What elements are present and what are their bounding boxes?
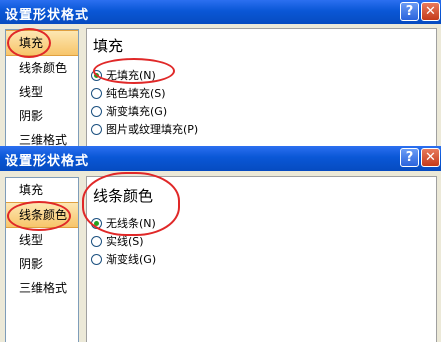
radio-selected-icon[interactable] [91,69,102,81]
category-list: 填充 线条颜色 线型 阴影 三维格式 [5,29,79,150]
nav-item-line-style[interactable]: 线型 [6,228,78,252]
option-label: 无线条(N) [106,217,156,230]
option-gradient-fill[interactable]: 渐变填充(G) [91,103,167,121]
option-no-line[interactable]: 无线条(N) [91,215,156,233]
help-button[interactable]: ? [400,2,419,21]
nav-item-fill[interactable]: 填充 [6,30,78,56]
close-button[interactable]: ✕ [421,2,440,21]
radio-icon[interactable] [91,253,102,265]
option-solid-fill[interactable]: 纯色填充(S) [91,85,166,103]
option-picture-fill[interactable]: 图片或纹理填充(P) [91,121,198,139]
option-no-fill[interactable]: 无填充(N) [91,67,156,85]
nav-item-fill[interactable]: 填充 [6,178,78,202]
option-label: 实线(S) [106,235,144,248]
option-label: 渐变填充(G) [106,105,168,118]
nav-item-shadow[interactable]: 阴影 [6,252,78,276]
option-gradient-line[interactable]: 渐变线(G) [91,251,156,269]
nav-item-3d-format[interactable]: 三维格式 [6,276,78,300]
radio-icon[interactable] [91,87,102,99]
title-bar[interactable]: 设置形状格式 ? ✕ [0,0,441,24]
format-shape-dialog-fill: 设置形状格式 ? ✕ 填充 线条颜色 线型 阴影 三维格式 填充 无填充(N) … [0,0,441,150]
radio-icon[interactable] [91,105,102,117]
dialog-body: 填充 线条颜色 线型 阴影 三维格式 线条颜色 无线条(N) 实线(S) 渐变线… [0,171,441,342]
option-solid-line[interactable]: 实线(S) [91,233,144,251]
nav-item-line-color[interactable]: 线条颜色 [6,56,78,80]
dialog-title: 设置形状格式 [5,154,90,169]
radio-icon[interactable] [91,123,102,135]
option-label: 渐变线(G) [106,253,157,266]
radio-icon[interactable] [91,235,102,247]
line-color-panel: 线条颜色 无线条(N) 实线(S) 渐变线(G) [86,176,437,342]
radio-selected-icon[interactable] [91,217,102,229]
help-button[interactable]: ? [400,148,419,167]
section-title: 填充 [93,37,124,55]
option-label: 纯色填充(S) [106,87,166,100]
nav-item-line-color[interactable]: 线条颜色 [6,202,78,228]
fill-panel: 填充 无填充(N) 纯色填充(S) 渐变填充(G) 图片或纹理填充(P) [86,28,437,150]
dialog-body: 填充 线条颜色 线型 阴影 三维格式 填充 无填充(N) 纯色填充(S) 渐变填… [0,24,441,150]
title-bar[interactable]: 设置形状格式 ? ✕ [0,146,441,171]
option-label: 图片或纹理填充(P) [106,123,199,136]
option-label: 无填充(N) [106,69,156,82]
nav-item-shadow[interactable]: 阴影 [6,104,78,128]
close-button[interactable]: ✕ [421,148,440,167]
format-shape-dialog-line-color: 设置形状格式 ? ✕ 填充 线条颜色 线型 阴影 三维格式 线条颜色 无线条(N… [0,146,441,342]
section-title: 线条颜色 [93,187,154,205]
nav-item-line-style[interactable]: 线型 [6,80,78,104]
dialog-title: 设置形状格式 [5,8,90,23]
category-list: 填充 线条颜色 线型 阴影 三维格式 [5,177,79,342]
